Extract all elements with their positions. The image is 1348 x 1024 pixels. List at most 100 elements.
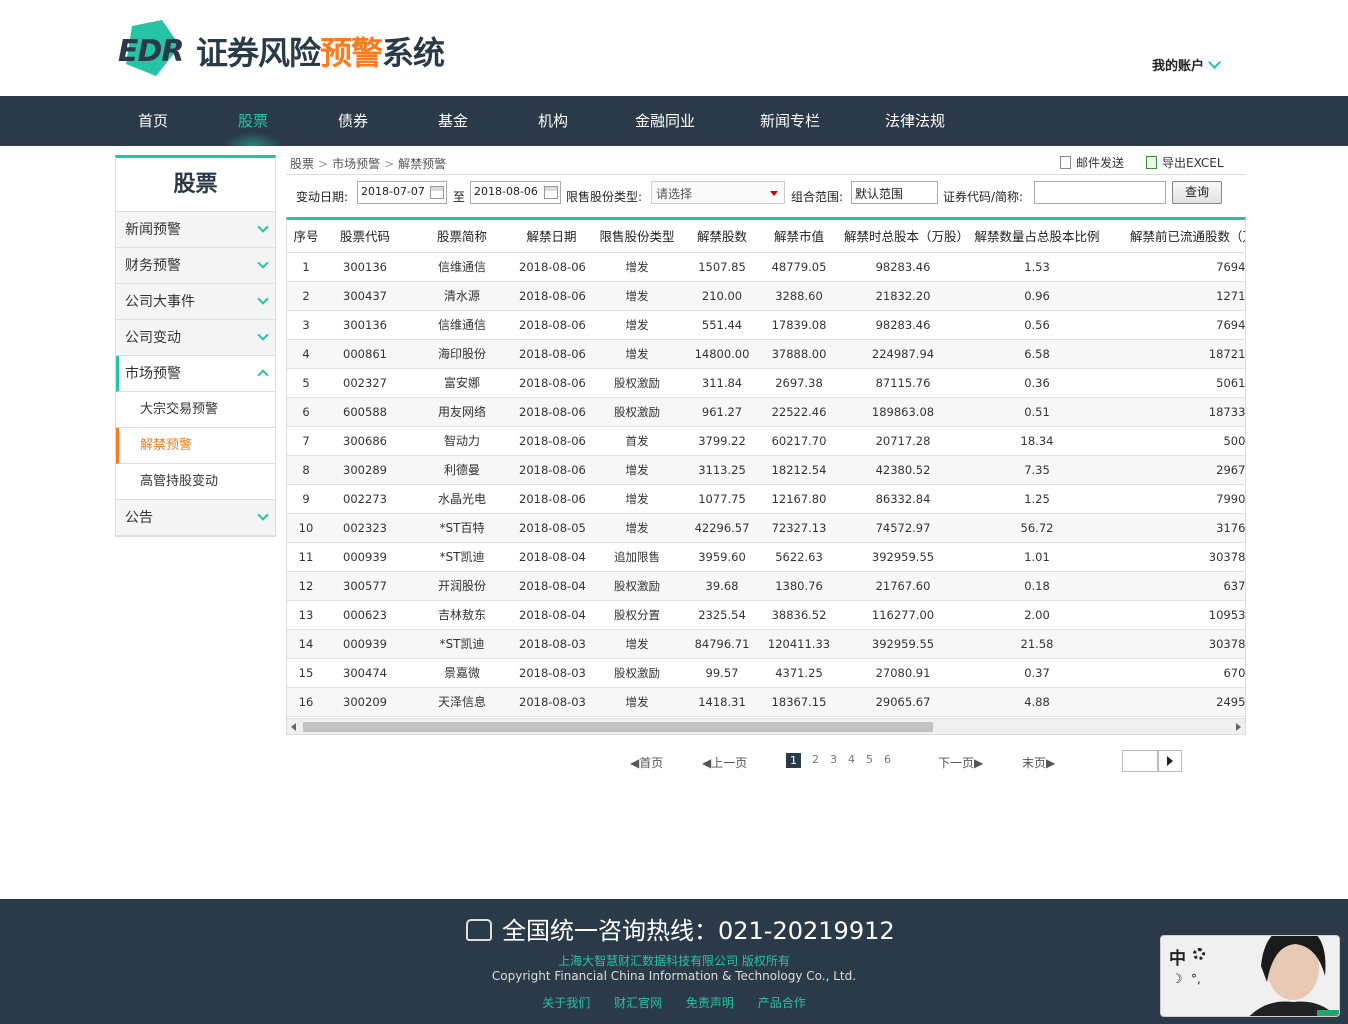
table-cell: 2018-08-06 [519, 368, 586, 398]
sidebar-subitem-block-trade[interactable]: 大宗交易预警 [116, 392, 275, 428]
column-header[interactable]: 解禁时总股本（万股） [844, 220, 962, 253]
table-row[interactable]: 13 000623 吉林敖东 2018-08-04 股权分置 2325.54 38836.5… [287, 600, 1245, 630]
chinese-mode-label[interactable]: 中 [1169, 944, 1186, 969]
table-row[interactable]: 12 300577 开润股份 2018-08-04 股权激励 39.68 1380.76 21… [287, 571, 1245, 601]
table-row[interactable]: 9 002273 水晶光电 2018-08-06 增发 1077.75 12167.80 86… [287, 484, 1245, 514]
table-row[interactable]: 10 002323 *ST百特 2018-08-05 增发 42296.57 72327.1… [287, 513, 1245, 543]
punctuation-icon[interactable]: °, [1191, 972, 1201, 986]
column-header[interactable]: 股票代码 [325, 220, 405, 253]
security-code-input[interactable] [1034, 181, 1166, 204]
table-row[interactable]: 6 600588 用友网络 2018-08-06 股权激励 961.27 22522.46 1… [287, 397, 1245, 427]
restricted-type-select[interactable]: 请选择 [651, 181, 785, 204]
footer-link-about[interactable]: 关于我们 [542, 996, 590, 1010]
prev-page-button[interactable]: ◀上一页 [702, 754, 747, 771]
nav-stocks[interactable]: 股票 [218, 96, 288, 146]
table-row[interactable]: 7 300686 智动力 2018-08-06 首发 3799.22 60217.70 207… [287, 426, 1245, 456]
calendar-icon[interactable] [430, 186, 444, 199]
breadcrumb-item[interactable]: 市场预警 [332, 157, 380, 171]
table-row[interactable]: 15 300474 景嘉微 2018-08-03 股权激励 99.57 4371.25 270… [287, 658, 1245, 688]
table-row[interactable]: 5 002327 富安娜 2018-08-06 股权激励 311.84 2697.38 871… [287, 368, 1245, 398]
column-header[interactable]: 限售股份类型 [584, 220, 690, 253]
table-cell: 首发 [584, 426, 690, 456]
page-number-current[interactable]: 1 [786, 753, 801, 768]
calendar-icon[interactable] [544, 186, 558, 199]
date-from-input[interactable]: 2018-07-07 [357, 181, 447, 204]
my-account-menu[interactable]: 我的账户 [1152, 55, 1221, 74]
footer-link-disclaimer[interactable]: 免责声明 [686, 996, 734, 1010]
table-cell: 清水源 [405, 281, 519, 311]
table-cell: 000623 [325, 600, 405, 630]
last-page-label: 末页 [1022, 756, 1047, 770]
breadcrumb: 股票 > 市场预警 > 解禁预警 [290, 155, 446, 172]
column-header[interactable]: 解禁数量占总股本比例 [962, 220, 1112, 253]
table-row[interactable]: 4 000861 海印股份 2018-08-06 增发 14800.00 37888.00 2… [287, 339, 1245, 369]
main-nav: 首页 股票 债券 基金 机构 金融同业 新闻专栏 法律法规 [0, 96, 1348, 146]
column-header[interactable]: 序号 [287, 220, 325, 253]
column-header[interactable]: 解禁日期 [519, 220, 584, 253]
footer-link-cooperation[interactable]: 产品合作 [758, 996, 806, 1010]
footer-link-official-site[interactable]: 财汇官网 [614, 996, 662, 1010]
column-header[interactable]: 解禁前已流通股数（万 [1112, 220, 1245, 253]
moon-icon[interactable]: ☽ [1171, 972, 1183, 987]
table-row[interactable]: 8 300289 利德曼 2018-08-06 增发 3113.25 18212.54 423… [287, 455, 1245, 485]
date-to-input[interactable]: 2018-08-06 [470, 181, 561, 204]
logo-title-highlight: 预警 [320, 34, 383, 72]
email-send-button[interactable]: 邮件发送 [1060, 154, 1124, 171]
column-header[interactable]: 解禁股数 [690, 220, 754, 253]
table-row[interactable]: 3 300136 信维通信 2018-08-06 增发 551.44 17839.08 982… [287, 310, 1245, 340]
table-row[interactable]: 14 000939 *ST凯迪 2018-08-03 增发 84796.71 120411.… [287, 629, 1245, 659]
sidebar-item-announcements[interactable]: 公告 [116, 500, 275, 536]
sidebar-item-market-alert[interactable]: 市场预警 [116, 356, 275, 392]
logo[interactable]: EDR 证券风险预警系统 [118, 20, 463, 78]
portfolio-range-input[interactable]: 默认范围 [851, 181, 938, 204]
scrollbar-thumb[interactable] [303, 722, 933, 732]
scroll-right-icon[interactable] [1236, 723, 1241, 731]
scroll-left-icon[interactable] [291, 723, 296, 731]
gear-icon[interactable] [1193, 948, 1205, 960]
nav-news-column[interactable]: 新闻专栏 [750, 96, 830, 146]
table-cell: 98283.46 [844, 310, 962, 340]
table-cell: 84796.71 [690, 629, 754, 659]
nav-laws[interactable]: 法律法规 [875, 96, 955, 146]
column-header[interactable]: 股票简称 [405, 220, 519, 253]
sidebar-subitem-exec-holdings[interactable]: 高管持股变动 [116, 464, 275, 500]
table-row[interactable]: 2 300437 清水源 2018-08-06 增发 210.00 3288.60 21832… [287, 281, 1245, 311]
column-header[interactable]: 解禁市值 [754, 220, 844, 253]
next-page-button[interactable]: 下一页▶ [938, 754, 983, 771]
horizontal-scrollbar[interactable] [287, 718, 1245, 734]
sidebar-item-company-changes[interactable]: 公司变动 [116, 320, 275, 356]
table-cell: 50612.73 [1112, 368, 1245, 398]
nav-bonds[interactable]: 债券 [318, 96, 388, 146]
nav-home[interactable]: 首页 [118, 96, 188, 146]
table-row[interactable]: 1 300136 信维通信 2018-08-06 增发 1507.85 48779.05 98… [287, 252, 1245, 282]
page-number[interactable]: 4 [848, 753, 855, 766]
nav-institutions[interactable]: 机构 [518, 96, 588, 146]
table-row[interactable]: 16 300209 天泽信息 2018-08-03 增发 1418.31 18367.15 2… [287, 687, 1245, 717]
last-page-button[interactable]: 末页▶ [1022, 754, 1055, 771]
table-cell: 86332.84 [844, 484, 962, 514]
nav-financial-peers[interactable]: 金融同业 [625, 96, 705, 146]
copyright-cn[interactable]: 上海大智慧财汇数据科技有限公司 版权所有 [0, 952, 1348, 969]
query-button[interactable]: 查询 [1172, 181, 1222, 204]
sidebar-item-news-alert[interactable]: 新闻预警 [116, 212, 275, 248]
page-number[interactable]: 2 [812, 753, 819, 766]
table-cell: 42296.57 [690, 513, 754, 543]
table-cell: 增发 [584, 339, 690, 369]
first-page-button[interactable]: ◀首页 [630, 754, 663, 771]
page-jump-button[interactable] [1158, 750, 1182, 772]
sidebar-item-finance-alert[interactable]: 财务预警 [116, 248, 275, 284]
breadcrumb-item[interactable]: 股票 [290, 157, 314, 171]
input-method-widget[interactable]: 中 ☽ °, [1160, 935, 1340, 1017]
page-number[interactable]: 6 [884, 753, 891, 766]
table-row[interactable]: 11 000939 *ST凯迪 2018-08-04 追加限售 3959.60 5622.6… [287, 542, 1245, 572]
page-number[interactable]: 3 [830, 753, 837, 766]
export-excel-button[interactable]: 导出EXCEL [1146, 154, 1224, 171]
sidebar-subitem-lockup-expiry[interactable]: 解禁预警 [116, 428, 275, 464]
sidebar-item-major-events[interactable]: 公司大事件 [116, 284, 275, 320]
nav-funds[interactable]: 基金 [418, 96, 488, 146]
table-cell: 18212.54 [754, 455, 844, 485]
page-number[interactable]: 5 [866, 753, 873, 766]
table-cell: 14800.00 [690, 339, 754, 369]
table-cell: 187211.99 [1112, 339, 1245, 369]
page-jump-input[interactable] [1122, 750, 1158, 772]
